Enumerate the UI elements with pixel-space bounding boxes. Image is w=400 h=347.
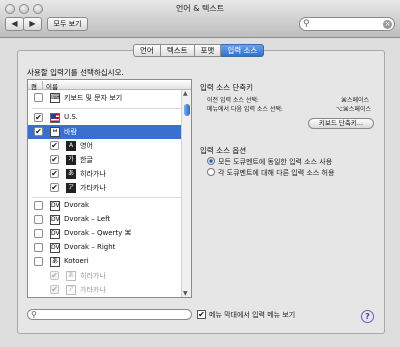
- next-source-label: 메뉴에서 다음 입력 소스 선택:: [207, 106, 283, 113]
- list-item[interactable]: ✔ U.S.: [28, 111, 182, 125]
- enable-checkbox[interactable]: ✔: [34, 113, 43, 122]
- enable-checkbox[interactable]: [34, 243, 43, 252]
- scroll-up-icon[interactable]: ▲: [183, 90, 188, 97]
- help-button[interactable]: ?: [361, 310, 374, 323]
- prev-source-label: 이전 입력 소스 선택:: [207, 97, 259, 104]
- prev-source-shortcut: ⌘스페이스: [341, 97, 370, 104]
- list-item[interactable]: ✔ ア 가타카나: [28, 181, 182, 195]
- kotoeri-icon: あ: [50, 257, 60, 267]
- dvorak-qwerty-icon: DV: [50, 229, 60, 239]
- hiragana-mode-icon: あ: [66, 169, 76, 179]
- keyboard-viewer-icon: ⌨: [50, 93, 60, 103]
- next-source-shortcut: ⌥⌘스페이스: [336, 106, 371, 113]
- list-divider: [32, 197, 182, 198]
- list-item[interactable]: ✔ 가 한글: [28, 153, 182, 167]
- radio-same-input-source-label: 모든 도큐멘트에 동일한 입력 소스 사용: [218, 158, 333, 166]
- show-all-button[interactable]: 모두 보기: [47, 17, 88, 31]
- preferences-search-field[interactable]: ⚲ ×: [299, 17, 395, 31]
- list-item[interactable]: DV Dvorak – Qwerty ⌘: [28, 227, 182, 241]
- tab-language[interactable]: 언어: [133, 44, 161, 57]
- list-item[interactable]: DV Dvorak – Right: [28, 241, 182, 255]
- clear-search-icon[interactable]: ×: [383, 20, 392, 29]
- list-item[interactable]: ⌨ 키보드 및 문자 보기: [28, 91, 182, 105]
- list-item-label: 히라가나: [80, 272, 106, 280]
- enable-checkbox[interactable]: ✔: [50, 169, 59, 178]
- list-item[interactable]: DV Dvorak: [28, 199, 182, 213]
- list-divider: [32, 108, 182, 109]
- list-item-label: Kotoeri: [64, 257, 89, 265]
- scroll-down-icon[interactable]: ▼: [183, 290, 188, 297]
- back-button[interactable]: ◀: [5, 17, 24, 31]
- radio-same-input-source[interactable]: [207, 157, 215, 165]
- list-item-label: 가타카나: [80, 286, 106, 294]
- list-scrollbar[interactable]: ▲ ▼: [181, 90, 191, 297]
- tab-input-sources[interactable]: 입력 소스: [221, 44, 265, 57]
- enable-checkbox[interactable]: ✔: [50, 183, 59, 192]
- dvorak-left-icon: DV: [50, 215, 60, 225]
- list-item-label: 한글: [80, 156, 93, 164]
- list-item-label: 바람: [64, 128, 77, 136]
- enable-checkbox[interactable]: ✔: [50, 141, 59, 150]
- tab-bar: 언어 텍스트 포맷 입력 소스: [133, 44, 265, 57]
- scrollbar-thumb[interactable]: [184, 104, 190, 116]
- list-item[interactable]: ✔ ア 가타카나: [28, 283, 182, 297]
- list-item-label: 키보드 및 문자 보기: [64, 94, 123, 102]
- window-title: 언어 & 텍스트: [175, 4, 225, 13]
- input-sources-list[interactable]: 켬 이름 ⌨ 키보드 및 문자 보기 ✔ U.S. ✔ ㅂ 바람 ✔ A 영어 ✔ 가 한글 ✔ あ 히라가나…: [27, 79, 192, 298]
- search-icon: ⚲: [31, 310, 37, 319]
- search-icon: ⚲: [303, 19, 310, 29]
- list-item[interactable]: DV Dvorak – Left: [28, 213, 182, 227]
- list-item-label: Dvorak: [64, 201, 90, 209]
- column-header-name[interactable]: 이름: [46, 81, 58, 91]
- show-input-menu-label: 메뉴 막대에서 입력 메뉴 보기: [209, 311, 296, 319]
- column-separator: [42, 81, 43, 89]
- kotoeri-hiragana-icon: あ: [66, 271, 76, 281]
- input-sources-instruction: 사용할 입력기를 선택하십시오.: [27, 68, 124, 77]
- radio-different-input-source-label: 각 도큐멘트에 대해 다른 입력 소스 허용: [218, 169, 335, 177]
- list-item[interactable]: ✔ ㅂ 바람: [28, 125, 182, 139]
- english-mode-icon: A: [66, 141, 76, 151]
- enable-checkbox[interactable]: ✔: [34, 127, 43, 136]
- enable-checkbox[interactable]: [34, 257, 43, 266]
- column-header-on[interactable]: 켬: [31, 81, 37, 91]
- dvorak-right-icon: DV: [50, 243, 60, 253]
- hangul-mode-icon: 가: [66, 155, 76, 165]
- list-item-label: U.S.: [64, 113, 79, 121]
- enable-checkbox[interactable]: ✔: [50, 271, 59, 280]
- enable-checkbox[interactable]: [34, 93, 43, 102]
- list-header: 켬 이름: [28, 80, 191, 91]
- enable-checkbox[interactable]: [34, 201, 43, 210]
- us-flag-icon: [50, 113, 60, 123]
- enable-checkbox[interactable]: [34, 229, 43, 238]
- list-item[interactable]: あ Kotoeri: [28, 255, 182, 269]
- enable-checkbox[interactable]: [34, 215, 43, 224]
- list-item-label: 영어: [80, 142, 93, 150]
- dvorak-icon: DV: [50, 201, 60, 211]
- list-item[interactable]: ✔ あ 히라가나: [28, 167, 182, 181]
- shortcuts-heading: 입력 소스 단축키: [200, 83, 254, 92]
- list-item[interactable]: ✔ あ 히라가나: [28, 269, 182, 283]
- enable-checkbox[interactable]: ✔: [50, 155, 59, 164]
- list-item-label: Dvorak – Left: [64, 215, 111, 223]
- keyboard-shortcuts-button[interactable]: 키보드 단축키...: [308, 118, 374, 129]
- list-item-label: Dvorak – Right: [64, 243, 116, 251]
- input-source-filter-field[interactable]: ⚲: [27, 309, 192, 320]
- radio-different-input-source[interactable]: [207, 168, 215, 176]
- enable-checkbox[interactable]: ✔: [50, 285, 59, 294]
- kotoeri-katakana-icon: ア: [66, 285, 76, 295]
- tab-formats[interactable]: 포맷: [194, 44, 222, 57]
- title-bar: 언어 & 텍스트 ◀ ▶ 모두 보기 ⚲ ×: [0, 0, 400, 38]
- options-heading: 입력 소스 옵션: [200, 146, 247, 155]
- list-item-label: 가타카나: [80, 184, 106, 192]
- tab-text[interactable]: 텍스트: [160, 44, 195, 57]
- forward-button[interactable]: ▶: [23, 17, 42, 31]
- show-input-menu-checkbox[interactable]: ✔: [197, 310, 206, 319]
- list-item-label: Dvorak – Qwerty ⌘: [64, 229, 132, 237]
- katakana-mode-icon: ア: [66, 183, 76, 193]
- list-item[interactable]: ✔ A 영어: [28, 139, 182, 153]
- baram-icon: ㅂ: [50, 127, 60, 137]
- list-item-label: 히라가나: [80, 170, 106, 178]
